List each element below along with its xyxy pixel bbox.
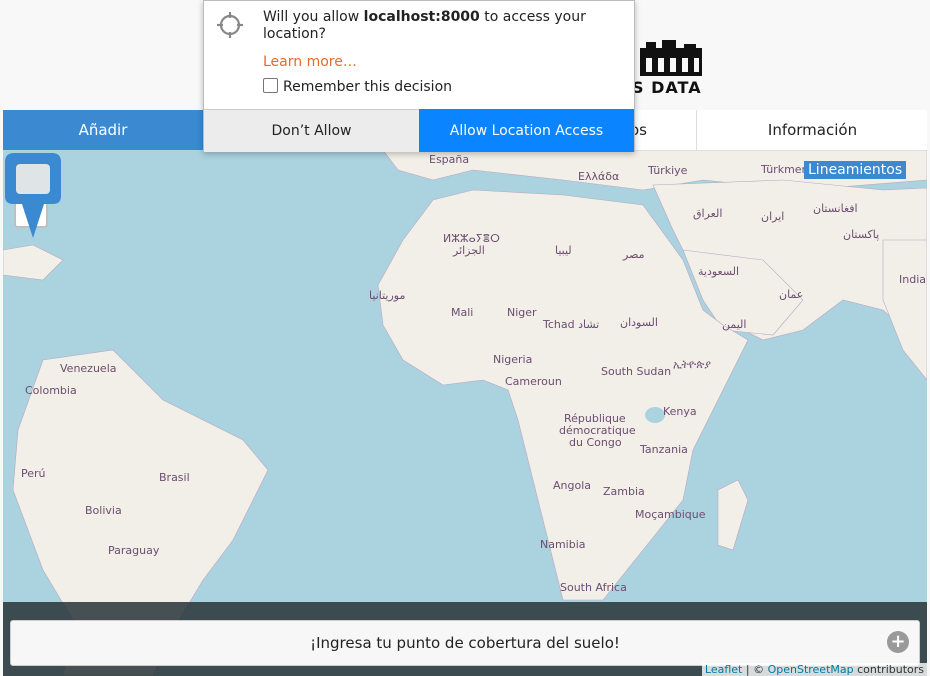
map-basemap	[3, 150, 927, 676]
permission-host: localhost:8000	[363, 9, 480, 25]
map-label: Paraguay	[108, 544, 160, 557]
permission-message-pre: Will you allow	[263, 9, 364, 25]
map-label: Türkiye	[648, 164, 688, 177]
map-label: Bolivia	[85, 504, 122, 517]
map-label: Moçambique	[635, 508, 706, 521]
plus-circle-icon[interactable]: +	[887, 631, 909, 653]
map-label: Perú	[21, 467, 46, 480]
map-label: Nigeria	[493, 353, 533, 366]
map-label: ليبيا	[555, 244, 572, 257]
allow-location-button[interactable]: Allow Location Access	[419, 109, 634, 152]
map-label: South Sudan	[601, 365, 672, 378]
map-attribution: Leaflet | © OpenStreetMap contributors	[701, 663, 927, 676]
map-label: عمان	[779, 288, 804, 301]
map-label: Brasil	[159, 471, 190, 484]
map-label: Mali	[451, 306, 474, 319]
map-pin-icon[interactable]	[3, 150, 63, 240]
map-label: Niger	[507, 306, 537, 319]
map-view[interactable]: España Ελλάδα Türkiye Türkmen ⵍⵣⵣⴰⵢⴻⵔ ال…	[3, 150, 927, 676]
map-label: Angola	[553, 479, 592, 492]
map-label: پاکستان	[843, 228, 880, 241]
attribution-suffix: contributors	[853, 663, 924, 676]
location-permission-popup: Will you allow localhost:8000 to access …	[203, 0, 635, 152]
map-label: Kenya	[663, 405, 697, 418]
map-label: Tanzania	[640, 443, 688, 456]
map-label: España	[429, 153, 470, 166]
map-label: السودان	[620, 316, 658, 329]
map-label: ایران	[761, 210, 785, 223]
map-label: India	[899, 273, 926, 286]
map-label: du Congo	[569, 436, 622, 449]
map-label: افغانستان	[813, 202, 858, 215]
remember-checkbox[interactable]	[263, 78, 278, 93]
map-label: Tchad تشاد	[543, 318, 600, 331]
logo-text: S DATA	[632, 78, 702, 97]
map-label: Venezuela	[60, 362, 117, 375]
leaflet-link[interactable]: Leaflet	[705, 663, 742, 676]
map-label: اليمن	[722, 318, 747, 331]
tab-anadir[interactable]: Añadir	[3, 110, 203, 150]
learn-more-link[interactable]: Learn more…	[263, 54, 357, 70]
map-label: مصر	[623, 248, 645, 261]
map-label: ኢትዮጵያ	[673, 358, 711, 371]
map-label: الجزائر	[453, 244, 485, 257]
tab-informacion[interactable]: Información	[696, 110, 928, 150]
add-point-button[interactable]: ¡Ingresa tu punto de cobertura del suelo…	[10, 620, 920, 666]
map-label: Namibia	[540, 538, 586, 551]
map-label: Colombia	[25, 384, 77, 397]
remember-decision[interactable]: Remember this decision	[263, 78, 452, 95]
map-label: موريتانيا	[369, 289, 406, 302]
map-label: South Africa	[560, 581, 627, 594]
map-label: السعودية	[698, 265, 740, 278]
map-label: العراق	[693, 207, 723, 220]
remember-label: Remember this decision	[283, 79, 453, 95]
permission-message: Will you allow localhost:8000 to access …	[263, 9, 603, 43]
osm-link[interactable]: OpenStreetMap	[768, 663, 854, 676]
dont-allow-button[interactable]: Don’t Allow	[204, 109, 419, 152]
attribution-separator: | ©	[742, 663, 768, 676]
map-label: Zambia	[603, 485, 645, 498]
add-point-label: ¡Ingresa tu punto de cobertura del suelo…	[310, 634, 620, 652]
map-label: Ελλάδα	[578, 170, 620, 183]
map-label: Türkmen	[761, 163, 809, 176]
location-crosshair-icon	[217, 12, 243, 38]
map-label: Cameroun	[505, 375, 562, 388]
lineamientos-button[interactable]: Lineamientos	[804, 161, 907, 179]
